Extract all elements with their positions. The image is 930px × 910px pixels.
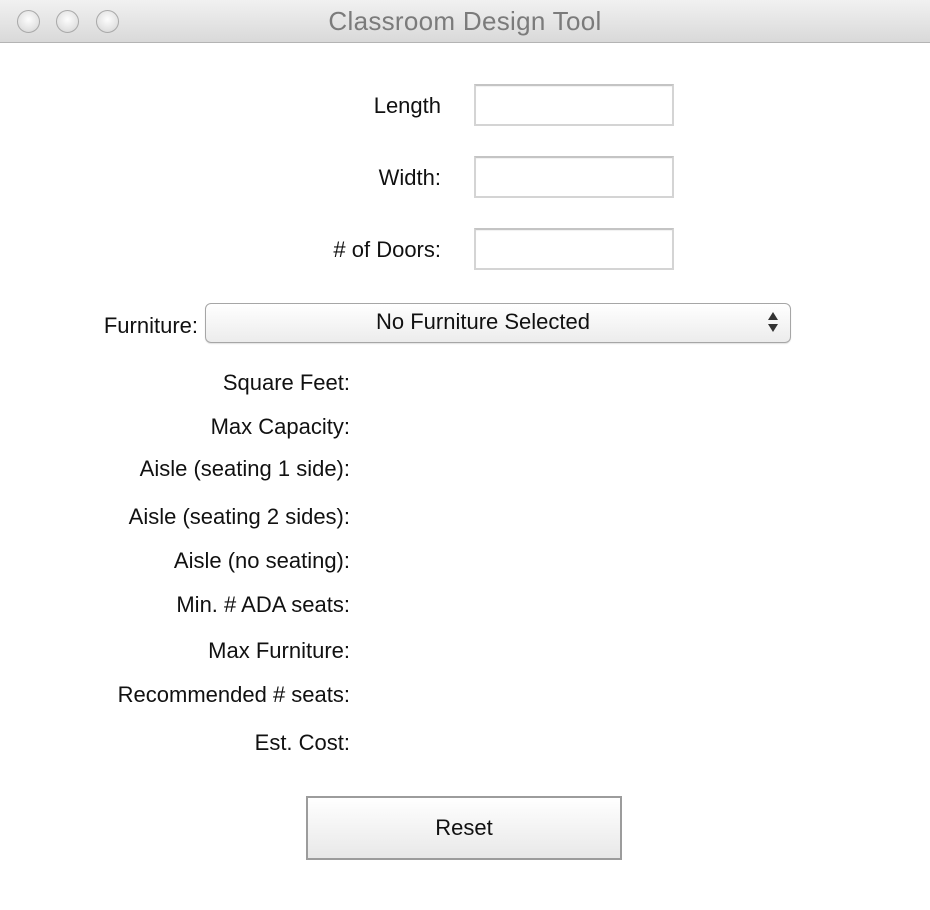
est-cost-label: Est. Cost: [254,730,350,755]
length-label: Length [373,93,441,118]
aisle-no-seating-label: Aisle (no seating): [173,548,350,573]
furniture-select[interactable]: No Furniture Selected [205,303,791,343]
title-bar: Classroom Design Tool [0,0,930,43]
app-window: Classroom Design Tool Length Width: # of… [0,0,930,910]
length-input[interactable] [474,84,674,126]
aisle-one-side-label: Aisle (seating 1 side): [139,456,350,481]
updown-arrows-icon [766,309,780,335]
recommended-seats-label: Recommended # seats: [117,682,350,707]
doors-input[interactable] [474,228,674,270]
width-input[interactable] [474,156,674,198]
furniture-selected-value: No Furniture Selected [376,309,590,334]
width-label: Width: [378,165,441,190]
max-capacity-label: Max Capacity: [210,414,350,439]
window-title: Classroom Design Tool [328,6,602,36]
furniture-label: Furniture: [103,313,198,338]
max-furniture-label: Max Furniture: [208,638,350,663]
doors-label: # of Doors: [333,237,441,262]
reset-button[interactable]: Reset [306,796,622,860]
aisle-two-sides-label: Aisle (seating 2 sides): [128,504,350,529]
min-ada-seats-label: Min. # ADA seats: [176,592,350,617]
square-feet-label: Square Feet: [222,370,350,395]
